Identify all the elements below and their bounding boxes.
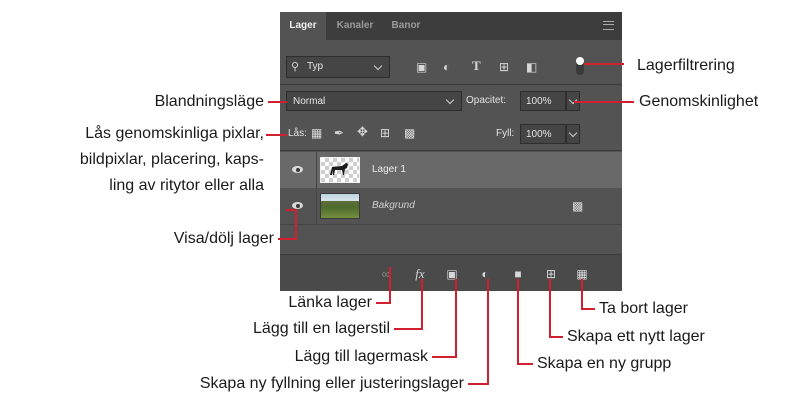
callout-layer-style: Lägg till en lagerstil <box>253 320 390 337</box>
callout-visibility: Visa/dölj lager <box>173 230 274 247</box>
callout-delete-layer: Ta bort lager <box>599 300 688 317</box>
callout-layer-filter: Lagerfiltrering <box>637 57 735 74</box>
callout-opacity: Genomskinlighet <box>639 93 759 110</box>
callout-lock-line-2: bildpixlar, placering, kaps- <box>79 151 264 168</box>
callout-adjustment-layer: Skapa ny fyllning eller justeringslager <box>199 375 464 392</box>
callout-link-layers: Länka lager <box>288 294 372 311</box>
callout-lock-line-1: Lås genomskinliga pixlar, <box>85 125 264 142</box>
callout-layer-mask: Lägg till lagermask <box>294 348 428 365</box>
callout-lock-line-3: ling av ritytor eller alla <box>109 177 264 194</box>
callout-blend-mode: Blandningsläge <box>154 93 264 110</box>
callout-new-layer: Skapa ett nytt lager <box>567 328 705 345</box>
callout-new-group: Skapa en ny grupp <box>537 355 672 372</box>
